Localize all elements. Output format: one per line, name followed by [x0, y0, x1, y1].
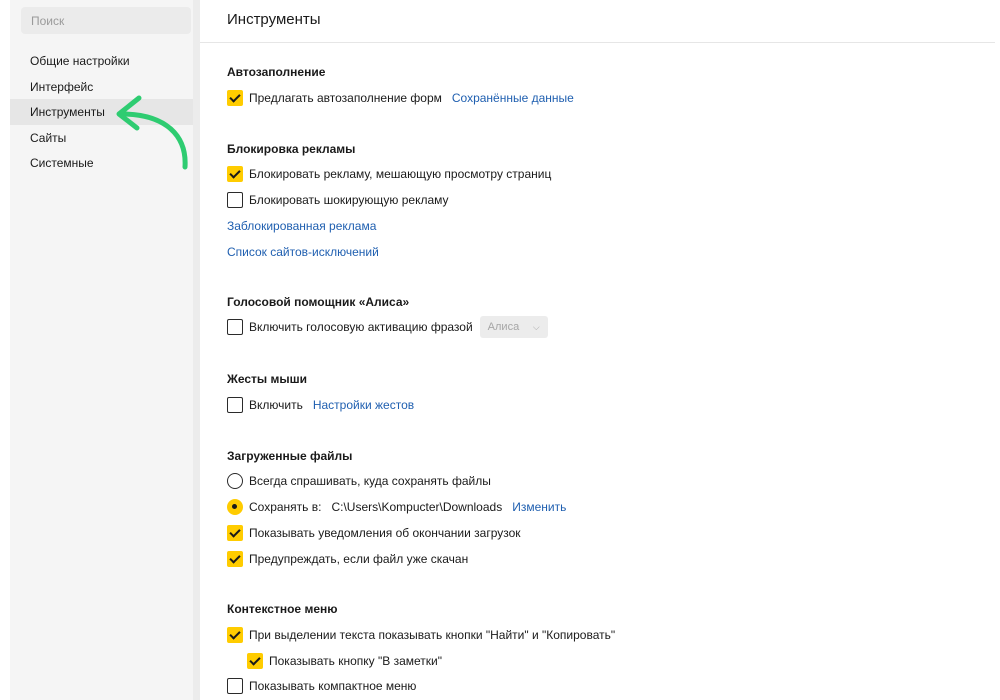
- downloads-warn-label: Предупреждать, если файл уже скачан: [249, 552, 469, 566]
- context-compact-label: Показывать компактное меню: [249, 679, 417, 693]
- downloads-notify-label: Показывать уведомления об окончании загр…: [249, 526, 521, 540]
- context-notes-label: Показывать кнопку "В заметки": [269, 654, 442, 668]
- section-title-gestures: Жесты мыши: [227, 372, 307, 386]
- downloads-notify-row[interactable]: Показывать уведомления об окончании загр…: [227, 524, 521, 542]
- saved-data-link[interactable]: Сохранённые данные: [452, 91, 574, 105]
- downloads-save-label: Сохранять в:: [249, 500, 322, 514]
- downloads-save-radio[interactable]: [227, 499, 243, 515]
- gestures-enable-row[interactable]: Включить Настройки жестов: [227, 396, 414, 414]
- section-title-alice: Голосовой помощник «Алиса»: [227, 295, 410, 309]
- chevron-down-icon: ⌵: [532, 321, 540, 332]
- gestures-enable-checkbox[interactable]: [227, 397, 243, 413]
- section-title-context-menu: Контекстное меню: [227, 602, 338, 616]
- downloads-save-row[interactable]: Сохранять в: C:\Users\Kompucter\Download…: [227, 498, 566, 516]
- alice-voice-label: Включить голосовую активацию фразой: [249, 320, 473, 334]
- context-notes-row[interactable]: Показывать кнопку "В заметки": [247, 652, 442, 670]
- gesture-settings-link[interactable]: Настройки жестов: [313, 398, 414, 412]
- adblock-shock-row[interactable]: Блокировать шокирующую рекламу: [227, 191, 449, 209]
- downloads-ask-row[interactable]: Всегда спрашивать, куда сохранять файлы: [227, 472, 491, 490]
- downloads-ask-label: Всегда спрашивать, куда сохранять файлы: [249, 474, 491, 488]
- section-title-autofill: Автозаполнение: [227, 65, 326, 79]
- downloads-warn-row[interactable]: Предупреждать, если файл уже скачан: [227, 550, 468, 568]
- sidebar-item-general[interactable]: Общие настройки: [10, 48, 193, 74]
- autofill-offer-checkbox[interactable]: [227, 90, 243, 106]
- adblock-block-checkbox[interactable]: [227, 166, 243, 182]
- autofill-offer-label: Предлагать автозаполнение форм: [249, 91, 442, 105]
- exceptions-list-link[interactable]: Список сайтов-исключений: [227, 245, 379, 259]
- context-selection-row[interactable]: При выделении текста показывать кнопки "…: [227, 626, 615, 644]
- context-selection-label: При выделении текста показывать кнопки "…: [249, 628, 616, 642]
- blocked-ads-link[interactable]: Заблокированная реклама: [227, 219, 376, 233]
- context-notes-checkbox[interactable]: [247, 653, 263, 669]
- adblock-shock-label: Блокировать шокирующую рекламу: [249, 193, 449, 207]
- adblock-shock-checkbox[interactable]: [227, 192, 243, 208]
- section-title-downloads: Загруженные файлы: [227, 449, 353, 463]
- context-selection-checkbox[interactable]: [227, 627, 243, 643]
- alice-voice-checkbox[interactable]: [227, 319, 243, 335]
- context-compact-checkbox[interactable]: [227, 678, 243, 694]
- alice-phrase-select[interactable]: Алиса ⌵: [479, 316, 548, 338]
- adblock-block-row[interactable]: Блокировать рекламу, мешающую просмотру …: [227, 165, 551, 183]
- adblock-block-label: Блокировать рекламу, мешающую просмотру …: [249, 167, 552, 181]
- settings-main: Инструменты Автозаполнение Предлагать ав…: [200, 0, 1000, 700]
- downloads-warn-checkbox[interactable]: [227, 551, 243, 567]
- downloads-ask-radio[interactable]: [227, 473, 243, 489]
- autofill-offer-row[interactable]: Предлагать автозаполнение форм Сохранённ…: [227, 89, 574, 107]
- change-path-link[interactable]: Изменить: [512, 500, 566, 514]
- downloads-notify-checkbox[interactable]: [227, 525, 243, 541]
- section-title-adblock: Блокировка рекламы: [227, 142, 356, 156]
- page-header: Инструменты: [200, 0, 995, 43]
- alice-phrase-value: Алиса: [487, 321, 520, 333]
- downloads-path: C:\Users\Kompucter\Downloads: [331, 500, 503, 514]
- page-title: Инструменты: [227, 11, 321, 28]
- gestures-enable-label: Включить: [249, 398, 303, 412]
- context-compact-row[interactable]: Показывать компактное меню: [227, 677, 416, 695]
- alice-voice-row[interactable]: Включить голосовую активацию фразой Алис…: [227, 316, 548, 338]
- search-input[interactable]: [21, 7, 191, 34]
- curved-arrow-icon: [116, 95, 188, 170]
